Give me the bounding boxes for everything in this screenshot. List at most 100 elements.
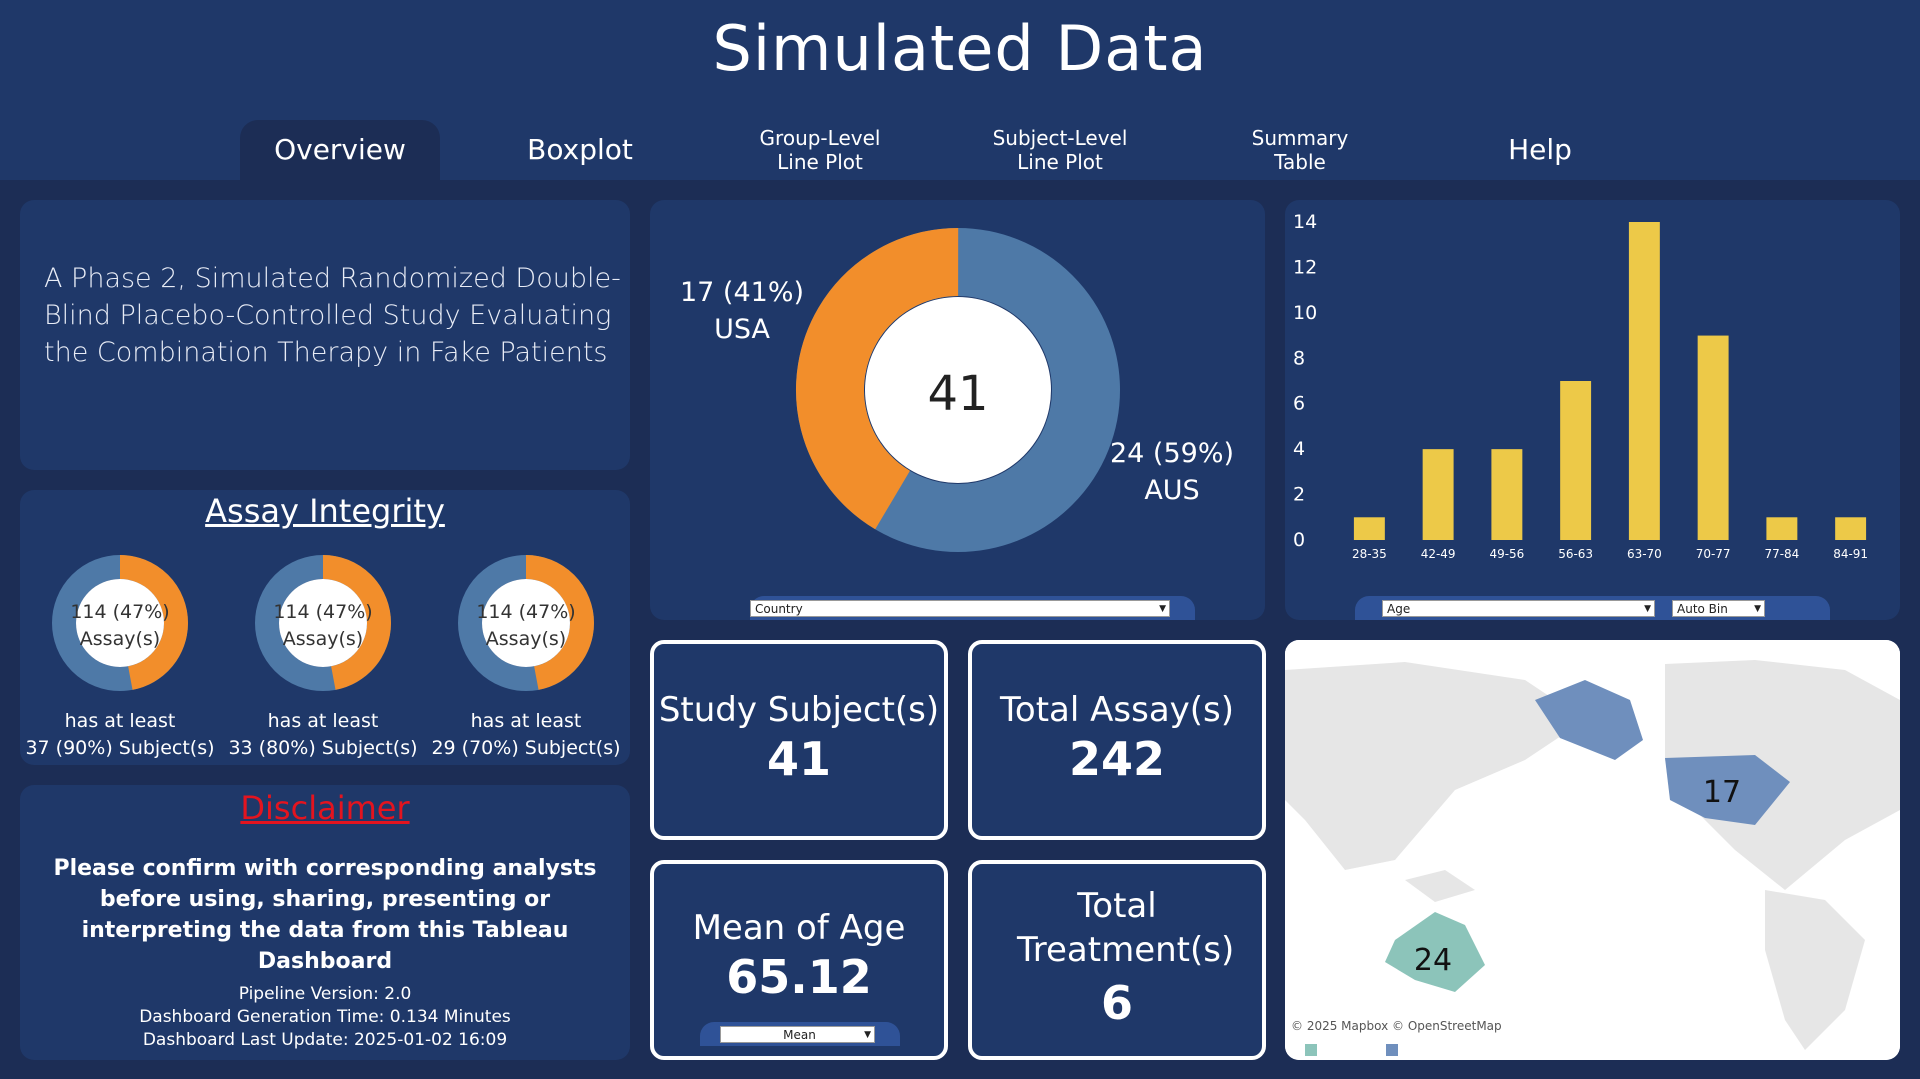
age-dropdown[interactable]: Age ▼ — [1382, 600, 1655, 617]
age-bar[interactable] — [1628, 222, 1660, 540]
assay-integrity-title: Assay Integrity — [205, 492, 445, 530]
kpi-age-value: 65.12 — [726, 950, 872, 1005]
study-panel: A Phase 2, Simulated Randomized Double-B… — [20, 200, 630, 470]
usa-map-count: 17 — [1703, 775, 1741, 810]
age-histogram: 0 2 4 6 8 10 12 14 28-35 42-49 49-56 56-63 63-70 70-7… — [1293, 211, 1868, 561]
disclaimer-title: Disclaimer — [240, 789, 410, 827]
assay-caption-line2: 33 (80%) Subject(s) — [228, 737, 418, 759]
x-tick-label: 42-49 — [1421, 547, 1456, 561]
study-description: A Phase 2, Simulated Randomized Double-B… — [44, 263, 621, 368]
assay-item: 114 (47%) Assay(s) has at least 33 (80%)… — [223, 548, 423, 762]
y-tick-label: 10 — [1293, 302, 1317, 324]
assay-count: 114 (47%) — [70, 601, 169, 623]
pipeline-version: Pipeline Version: 2.0 — [238, 984, 412, 1004]
assay-caption-line1: has at least — [267, 710, 379, 732]
assay-caption-line1: has at least — [470, 710, 582, 732]
assay-unit: Assay(s) — [283, 628, 363, 650]
page-title: Simulated Data — [712, 12, 1208, 85]
assay-unit: Assay(s) — [486, 628, 566, 650]
age-bar[interactable] — [1422, 449, 1454, 540]
legend-label: AUS — [1321, 1043, 1346, 1057]
disclaimer-panel: Disclaimer Please confirm with correspon… — [20, 785, 630, 1060]
assay-donut: 114 (47%) Assay(s) — [255, 555, 391, 691]
country-dropdown[interactable]: Country ▼ — [750, 600, 1170, 617]
kpi-total-assays: Total Assay(s) 242 — [968, 640, 1266, 840]
tab-boxplot[interactable]: Boxplot — [480, 120, 680, 180]
kpi-treat-value: 6 — [1100, 976, 1133, 1031]
chevron-down-icon: ▼ — [864, 1030, 871, 1040]
age-bar[interactable] — [1766, 517, 1798, 540]
aus-count-label: 24 (59%) — [1110, 438, 1234, 469]
aus-name-label: AUS — [1144, 475, 1199, 506]
legend-item-aus[interactable]: AUS — [1305, 1043, 1346, 1057]
map-canvas: 17 24 © 2025 Mapbox © OpenStreetMap — [1285, 640, 1900, 1060]
age-bar[interactable] — [1353, 517, 1385, 540]
kpi-subjects-label: Study Subject(s) — [658, 690, 940, 730]
kpi-assays-label: Total Assay(s) — [999, 690, 1235, 730]
chevron-down-icon: ▼ — [1159, 604, 1166, 614]
x-tick-label: 70-77 — [1696, 547, 1731, 561]
country-donut-panel: 41 17 (41%) USA 24 (59%) AUS Country ▼ — [650, 200, 1265, 620]
kpi-subjects-value: 41 — [766, 732, 831, 787]
legend-item-usa[interactable]: USA — [1385, 1043, 1427, 1057]
age-bar[interactable] — [1835, 517, 1867, 540]
assay-integrity-panel: Assay Integrity 114 (47%) Assay(s) has a… — [20, 490, 630, 765]
y-tick-label: 8 — [1293, 347, 1305, 369]
country-map[interactable]: 17 24 © 2025 Mapbox © OpenStreetMap — [1285, 640, 1900, 1060]
y-tick-label: 2 — [1293, 484, 1305, 506]
assay-count: 114 (47%) — [476, 601, 575, 623]
age-histogram-panel: 0 2 4 6 8 10 12 14 28-35 42-49 49-56 56-63 63-70 70-7… — [1285, 200, 1900, 620]
assay-donut: 114 (47%) Assay(s) — [458, 555, 594, 691]
map-legend: AUS USA — [1305, 1043, 1426, 1057]
assay-ring-center — [279, 579, 367, 667]
assay-ring-center — [76, 579, 164, 667]
tab-help[interactable]: Help — [1440, 120, 1640, 180]
kpi-treat-label: Total Treatment(s) — [1017, 886, 1235, 971]
country-donut: 41 17 (41%) USA 24 (59%) AUS — [680, 228, 1234, 552]
y-tick-label: 14 — [1293, 211, 1317, 233]
assay-caption-line2: 37 (90%) Subject(s) — [25, 737, 215, 759]
age-stat-dropdown-value: Mean — [783, 1028, 816, 1042]
map-credit: © 2025 Mapbox © OpenStreetMap — [1291, 1019, 1502, 1033]
generation-time: Dashboard Generation Time: 0.134 Minutes — [139, 1007, 511, 1027]
tab-subject-line-plot[interactable]: Subject-Level Line Plot — [960, 120, 1160, 180]
kpi-assays-value: 242 — [1068, 732, 1166, 787]
usa-name-label: USA — [714, 314, 770, 345]
legend-swatch — [1305, 1044, 1317, 1056]
age-bar[interactable] — [1560, 381, 1592, 540]
country-dropdown-value: Country — [755, 602, 803, 616]
age-dropdown-value: Age — [1387, 602, 1411, 616]
y-tick-label: 6 — [1293, 393, 1305, 415]
assay-ring-center — [482, 579, 570, 667]
assay-unit: Assay(s) — [80, 628, 160, 650]
assay-donut: 114 (47%) Assay(s) — [52, 555, 188, 691]
tab-group-line-plot[interactable]: Group-Level Line Plot — [720, 120, 920, 180]
age-selector-bar: Age ▼ Auto Bin ▼ — [1355, 596, 1830, 620]
disclaimer-body: Please confirm with corresponding analys… — [53, 856, 597, 974]
tab-summary-table[interactable]: Summary Table — [1200, 120, 1400, 180]
assay-count: 114 (47%) — [273, 601, 372, 623]
assay-caption-line1: has at least — [64, 710, 176, 732]
aus-map-count: 24 — [1414, 943, 1452, 978]
last-update: Dashboard Last Update: 2025-01-02 16:09 — [142, 1030, 508, 1050]
chevron-down-icon: ▼ — [1754, 604, 1761, 614]
x-tick-label: 28-35 — [1352, 547, 1387, 561]
x-tick-label: 63-70 — [1627, 547, 1662, 561]
age-stat-dropdown[interactable]: Mean ▼ — [720, 1026, 875, 1043]
tab-overview[interactable]: Overview — [240, 120, 440, 180]
x-tick-label: 49-56 — [1489, 547, 1524, 561]
assay-item: 114 (47%) Assay(s) has at least 29 (70%)… — [426, 548, 626, 762]
age-bar[interactable] — [1491, 449, 1523, 540]
legend-swatch — [1385, 1044, 1398, 1056]
bin-dropdown[interactable]: Auto Bin ▼ — [1672, 600, 1765, 617]
age-stat-selector-bar: Mean ▼ — [700, 1022, 900, 1046]
y-tick-label: 12 — [1293, 256, 1317, 278]
y-tick-label: 4 — [1293, 438, 1305, 460]
chevron-down-icon: ▼ — [1644, 604, 1651, 614]
legend-label: USA — [1401, 1043, 1427, 1057]
donut-total: 41 — [927, 366, 988, 422]
bin-dropdown-value: Auto Bin — [1677, 602, 1728, 616]
assay-item: 114 (47%) Assay(s) has at least 37 (90%)… — [20, 548, 220, 762]
age-bar[interactable] — [1697, 335, 1729, 540]
x-tick-label: 56-63 — [1558, 547, 1593, 561]
